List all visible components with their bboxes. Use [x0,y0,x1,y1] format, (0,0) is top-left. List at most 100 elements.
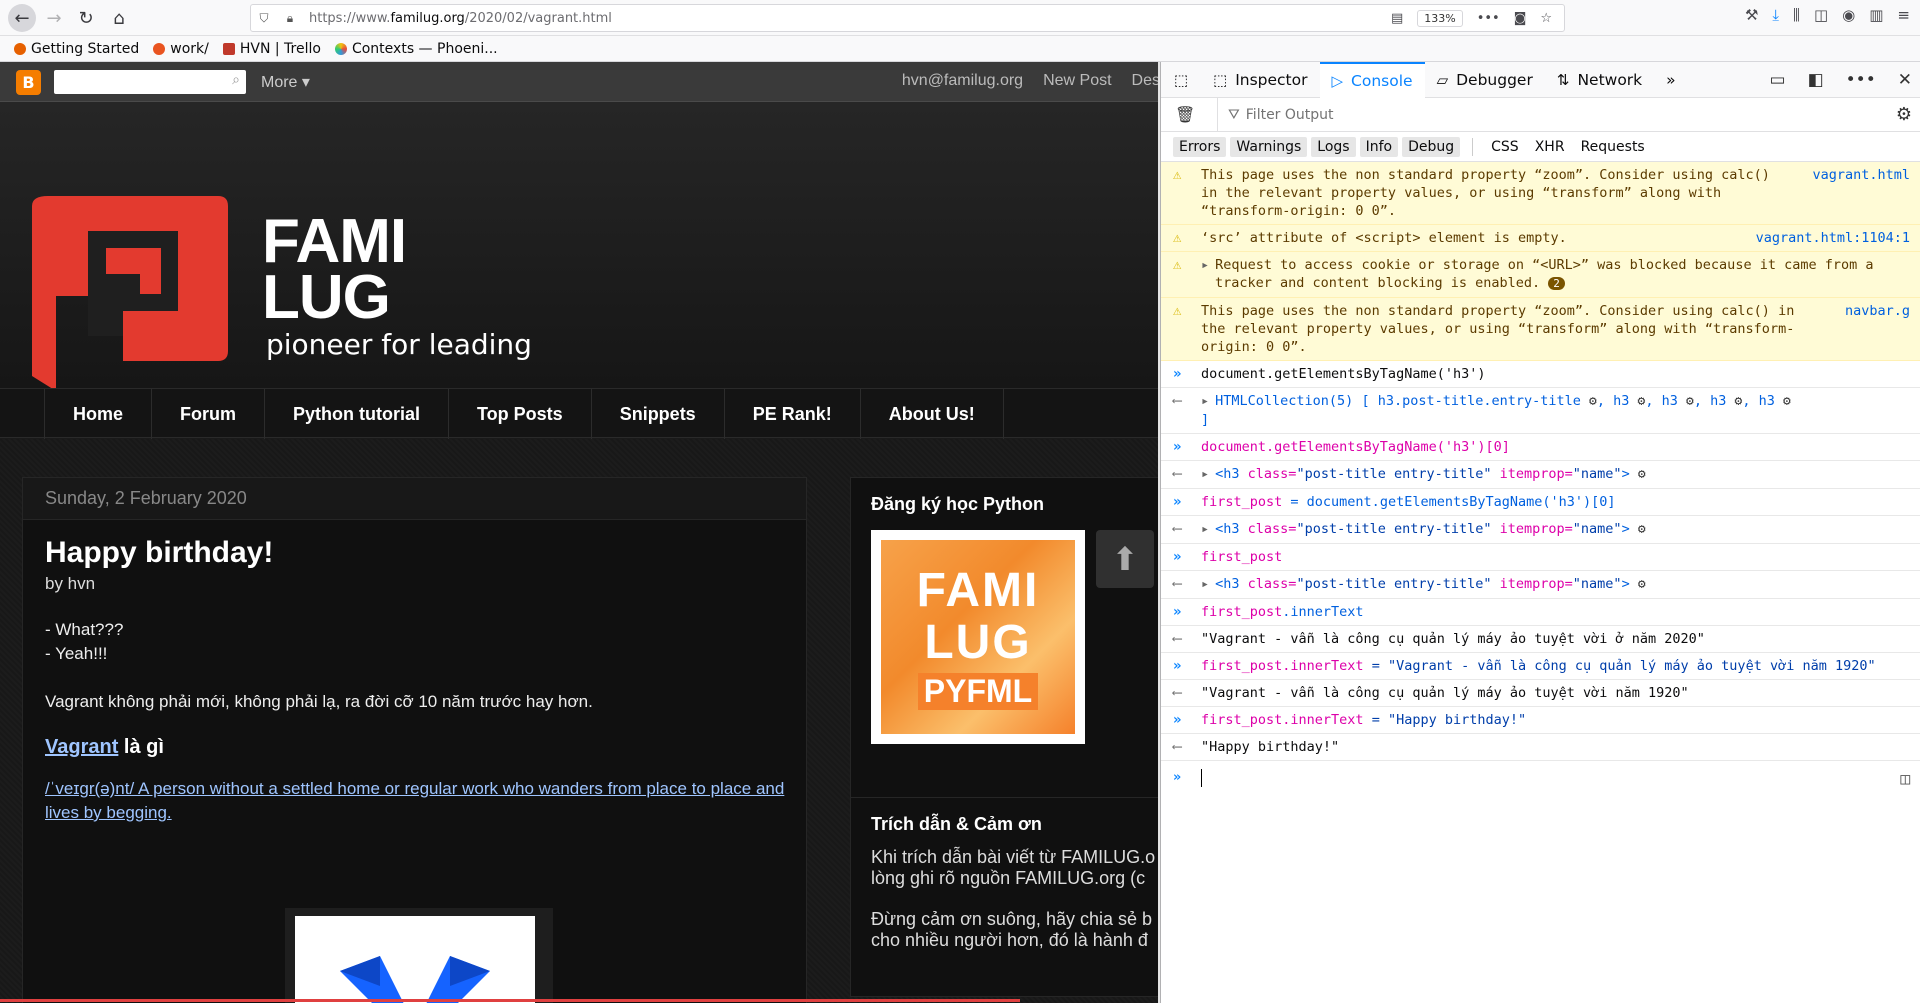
filter-debug[interactable]: Debug [1402,136,1461,157]
console-input-entry[interactable]: » document.getElementsByTagName('h3')[0] [1161,434,1920,461]
source-link[interactable]: vagrant.html [1812,166,1910,184]
console-input-entry[interactable]: » first_post [1161,544,1920,571]
account-icon[interactable]: ◉ [1842,6,1855,24]
tab-network[interactable]: ⇅ Network [1545,62,1654,98]
inspect-node-icon[interactable]: ⚙ [1638,522,1646,537]
menu-item-python-tutorial[interactable]: Python tutorial [264,389,448,439]
user-email[interactable]: hvn@familug.org [902,72,1023,90]
console-input-entry[interactable]: » first_post = document.getElementsByTag… [1161,489,1920,516]
gear-icon[interactable]: ⚙ [1896,104,1912,125]
close-icon[interactable]: ✕ [1898,70,1912,90]
console-input-entry[interactable]: » first_post.innerText = "Vagrant - vẫn … [1161,653,1920,680]
menu-item-top-posts[interactable]: Top Posts [448,389,591,439]
back-button[interactable]: ← [8,4,36,32]
shield-icon[interactable]: ⛉ [251,11,277,26]
url-bar[interactable]: ⛉ 🔒︎ https://www.familug.org/2020/02/vag… [250,4,1565,32]
bookmark-star-icon[interactable]: ☆ [1540,11,1552,26]
console-input[interactable]: » ◫ [1161,761,1920,795]
options-icon[interactable]: ••• [1846,70,1876,90]
download-icon[interactable]: ⤓ [1772,6,1779,24]
reload-button[interactable]: ↻ [72,4,100,32]
tab-debugger[interactable]: ▱ Debugger [1425,62,1545,98]
console-output-entry[interactable]: ⟵ ▸ HTMLCollection(5) [ h3.post-title.ent… [1161,388,1920,434]
expand-icon[interactable]: ▸ [1201,576,1209,592]
lock-icon[interactable]: 🔒︎ [277,11,303,26]
menu-item-forum[interactable]: Forum [151,389,264,439]
inspect-node-icon[interactable]: ⚙ [1783,394,1791,409]
trash-icon[interactable]: 🗑︎ [1175,105,1203,124]
inspect-node-icon[interactable]: ⚙ [1638,467,1646,482]
arrow-up-icon: ⬆ [1111,540,1139,578]
new-post-link[interactable]: New Post [1043,72,1111,90]
element-picker-button[interactable]: ⬚ [1161,62,1201,98]
split-console-icon[interactable]: ▭ [1770,70,1786,90]
bookmark-contexts[interactable]: Contexts — Phoeni... [334,41,498,57]
more-tabs-button[interactable]: » [1654,62,1687,98]
console-output-entry[interactable]: ⟵ ▸ <h3 class="post-title entry-title" it… [1161,461,1920,489]
console-warning[interactable]: ⚠ ‘src’ attribute of <script> element is… [1161,225,1920,252]
inspect-node-icon[interactable]: ⚙ [1589,394,1597,409]
console-warning[interactable]: ⚠ This page uses the non standard proper… [1161,162,1920,225]
menu-item-snippets[interactable]: Snippets [590,389,724,439]
url-text[interactable]: https://www.familug.org/2020/02/vagrant.… [309,11,612,26]
pyfml-banner[interactable]: FAMI LUG PYFML [871,530,1085,744]
menu-item-pe-rank[interactable]: PE Rank! [723,389,860,439]
bookmark-trello[interactable]: HVN | Trello [222,41,321,57]
scroll-to-top-button[interactable]: ⬆ [1096,530,1154,588]
vagrant-link[interactable]: Vagrant [45,736,118,758]
console-input-entry[interactable]: » document.getElementsByTagName('h3') [1161,361,1920,388]
menu-icon[interactable]: ≡ [1897,6,1910,24]
library-icon[interactable]: ⫼ [1793,6,1800,24]
forward-button[interactable]: → [40,4,68,32]
filter-warnings[interactable]: Warnings [1230,136,1308,157]
filter-xhr[interactable]: XHR [1529,137,1571,157]
console-output-entry[interactable]: ⟵ ▸ <h3 class="post-title entry-title" it… [1161,571,1920,599]
expand-icon[interactable]: ▸ [1201,521,1209,537]
design-link[interactable]: Des [1132,72,1160,90]
familug-logo-icon[interactable] [28,186,238,398]
console-input-entry[interactable]: » first_post.innerText = "Happy birthday… [1161,707,1920,734]
dock-icon[interactable]: ◧ [1808,70,1824,90]
source-link[interactable]: vagrant.html:1104:1 [1756,229,1910,247]
console-warning[interactable]: ⚠ This page uses the non standard proper… [1161,298,1920,361]
expand-icon[interactable]: ▸ [1201,466,1209,482]
menu-item-home[interactable]: Home [44,389,151,439]
filter-requests[interactable]: Requests [1575,137,1651,157]
expand-icon[interactable]: ▸ [1201,257,1209,273]
filter-errors[interactable]: Errors [1173,136,1227,157]
post-title[interactable]: Happy birthday! [45,536,806,570]
bookmark-work[interactable]: work/ [153,41,209,57]
page-actions-icon[interactable]: ••• [1477,11,1500,26]
blog-search-input[interactable]: ⌕ [54,70,246,94]
tab-inspector[interactable]: ⬚ Inspector [1201,62,1320,98]
blogger-logo-icon[interactable]: B [16,70,41,95]
extension-icon[interactable]: ▥ [1869,6,1883,24]
pocket-icon[interactable]: ◙ [1514,11,1527,26]
menu-item-about-us[interactable]: About Us! [859,389,1004,439]
tab-console[interactable]: ▷ Console [1319,61,1425,98]
console-output-entry[interactable]: ⟵ ▸ <h3 class="post-title entry-title" it… [1161,516,1920,544]
home-button[interactable]: ⌂ [105,4,133,32]
zoom-indicator[interactable]: 133% [1417,9,1463,27]
definition-link[interactable]: /ˈveɪɡr(ə)nt/ A person without a settled… [45,777,785,825]
console-output-entry[interactable]: ⟵ "Happy birthday!" [1161,734,1920,761]
bookmark-getting-started[interactable]: Getting Started [14,41,139,57]
inspect-node-icon[interactable]: ⚙ [1638,577,1646,592]
filter-output-input[interactable]: ⛛ Filter Output [1217,97,1334,132]
search-icon[interactable]: ⌕ [232,72,240,88]
console-output-entry[interactable]: ⟵ "Vagrant - vẫn là công cụ quản lý máy … [1161,680,1920,707]
wrench-icon[interactable]: ⚒ [1745,6,1758,24]
filter-info[interactable]: Info [1359,136,1399,157]
inspect-node-icon[interactable]: ⚙ [1686,394,1694,409]
filter-logs[interactable]: Logs [1311,136,1356,157]
console-input-entry[interactable]: » first_post.innerText [1161,599,1920,626]
filter-css[interactable]: CSS [1485,137,1525,157]
console-output-entry[interactable]: ⟵ "Vagrant - vẫn là công cụ quản lý máy … [1161,626,1920,653]
source-link[interactable]: navbar.g [1845,302,1910,320]
console-warning[interactable]: ⚠ ▸ Request to access cookie or storage o… [1161,252,1920,298]
expand-icon[interactable]: ▸ [1201,393,1209,409]
editor-mode-icon[interactable]: ◫ [1900,769,1910,788]
sidebar-icon[interactable]: ◫ [1814,6,1828,24]
more-menu[interactable]: More ▾ [261,72,310,92]
reader-view-icon[interactable]: ▤ [1391,11,1403,26]
